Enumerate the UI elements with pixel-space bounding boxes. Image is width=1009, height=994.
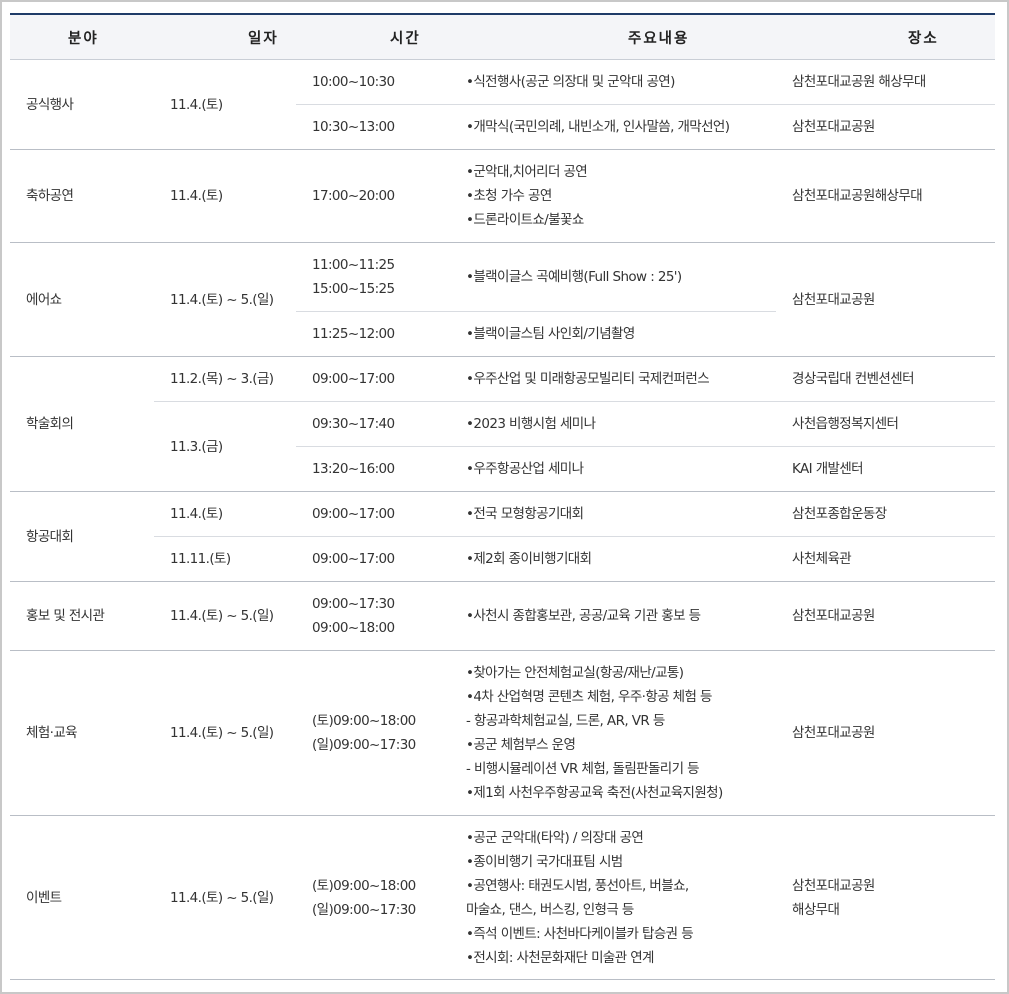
festival-schedule-table: 분야 일자 시간 주요내용 장소 공식행사 11.4.(토) 10:00~10:… bbox=[10, 13, 995, 980]
content-cell: •우주항공산업 세미나 bbox=[450, 446, 776, 492]
header-time: 시간 bbox=[296, 13, 450, 60]
content-line: •초청 가수 공연 bbox=[466, 188, 552, 204]
content-line: •드론라이트쇼/불꽃쇼 bbox=[466, 212, 584, 228]
content-cell: •식전행사(공군 의장대 및 군악대 공연) bbox=[450, 59, 776, 105]
content-line: •4차 산업혁명 콘텐츠 체험, 우주·항공 체험 등 bbox=[466, 689, 712, 705]
content-line: •즉석 이벤트: 사천바다케이블카 탑승권 등 bbox=[466, 925, 694, 942]
table-row: 11.11.(토) 09:00~17:00 •제2회 종이비행기대회 사천체육관 bbox=[10, 536, 995, 582]
place-cell: 삼천포대교공원 해상무대 bbox=[776, 815, 995, 980]
content-line: 마술쇼, 댄스, 버스킹, 인형극 등 bbox=[466, 901, 634, 918]
table-row: 체험·교육 11.4.(토) ~ 5.(일) (토)09:00~18:00 (일… bbox=[10, 650, 995, 816]
place-cell: 삼천포대교공원 해상무대 bbox=[776, 59, 995, 105]
time-cell: 11:25~12:00 bbox=[296, 311, 450, 357]
content-cell: •우주산업 및 미래항공모빌리티 국제컨퍼런스 bbox=[450, 356, 776, 402]
content-line: - 항공과학체험교실, 드론, AR, VR 등 bbox=[466, 713, 665, 729]
table-header-row: 분야 일자 시간 주요내용 장소 bbox=[10, 13, 995, 60]
content-cell: •개막식(국민의례, 내빈소개, 인사말씀, 개막선언) bbox=[450, 104, 776, 150]
content-line: •전시회: 사천문화재단 미술관 연계 bbox=[466, 949, 654, 966]
place-cell: 삼천포대교공원 bbox=[776, 104, 995, 150]
table-row: 학술회의 11.2.(목) ~ 3.(금) 09:00~17:00 •우주산업 … bbox=[10, 356, 995, 492]
content-cell: •사천시 종합홍보관, 공공/교육 기관 홍보 등 bbox=[450, 581, 776, 651]
place-cell: 사천읍행정복지센터 bbox=[776, 401, 995, 447]
category-cell: 홍보 및 전시관 bbox=[10, 581, 154, 651]
category-cell: 이벤트 bbox=[10, 815, 154, 980]
content-cell: •블랙이글스팀 사인회/기념촬영 bbox=[450, 311, 776, 357]
time-cell: 09:00~17:00 bbox=[296, 536, 450, 582]
place-cell: 삼천포대교공원 bbox=[776, 650, 995, 816]
date-cell: 11.4.(토) bbox=[154, 491, 296, 537]
content-line: •공군 체험부스 운영 bbox=[466, 737, 576, 753]
category-cell: 공식행사 bbox=[10, 59, 154, 150]
content-line: •찾아가는 안전체험교실(항공/재난/교통) bbox=[466, 665, 684, 681]
date-cell: 11.11.(토) bbox=[154, 536, 296, 582]
place-line: 해상무대 bbox=[792, 901, 840, 918]
place-cell: 삼천포대교공원 bbox=[776, 242, 995, 357]
category-cell: 학술회의 bbox=[10, 356, 154, 492]
time-cell: 10:00~10:30 bbox=[296, 59, 450, 105]
time-cell: 09:30~17:40 bbox=[296, 401, 450, 447]
content-line: •군악대,치어리더 공연 bbox=[466, 164, 588, 180]
table-row: 홍보 및 전시관 11.4.(토) ~ 5.(일) 09:00~17:30 09… bbox=[10, 581, 995, 651]
time-line: 11:00~11:25 bbox=[312, 257, 395, 273]
place-cell: 삼천포대교공원 bbox=[776, 581, 995, 651]
date-cell: 11.4.(토) bbox=[154, 149, 296, 243]
time-cell: 17:00~20:00 bbox=[296, 149, 450, 243]
date-cell: 11.3.(금) bbox=[154, 401, 296, 492]
place-cell: 삼천포대교공원해상무대 bbox=[776, 149, 995, 243]
content-line: •종이비행기 국가대표팀 시범 bbox=[466, 853, 623, 870]
category-cell: 항공대회 bbox=[10, 491, 154, 582]
place-cell: 삼천포종합운동장 bbox=[776, 491, 995, 537]
time-cell: 13:20~16:00 bbox=[296, 446, 450, 492]
content-line: - 비행시뮬레이션 VR 체험, 돌림판돌리기 등 bbox=[466, 761, 700, 777]
header-place: 장소 bbox=[776, 13, 995, 60]
time-cell: (토)09:00~18:00 (일)09:00~17:30 bbox=[296, 815, 450, 980]
place-line: 삼천포대교공원 bbox=[792, 877, 875, 894]
content-cell: •찾아가는 안전체험교실(항공/재난/교통) •4차 산업혁명 콘텐츠 체험, … bbox=[450, 650, 776, 816]
header-date: 일자 bbox=[154, 13, 296, 60]
time-cell: 09:00~17:00 bbox=[296, 491, 450, 537]
content-line: •제1회 사천우주항공교육 축전(사천교육지원청) bbox=[466, 785, 723, 801]
content-cell: •제2회 종이비행기대회 bbox=[450, 536, 776, 582]
table-row: 11.3.(금) 09:30~17:40 •2023 비행시험 세미나 사천읍행… bbox=[10, 401, 995, 492]
place-cell: KAI 개발센터 bbox=[776, 446, 995, 492]
time-cell: 09:00~17:30 09:00~18:00 bbox=[296, 581, 450, 651]
table-row: 항공대회 11.4.(토) 09:00~17:00 •전국 모형항공기대회 삼천… bbox=[10, 491, 995, 582]
header-content: 주요내용 bbox=[450, 13, 776, 60]
content-line: •공연행사: 태권도시범, 풍선아트, 버블쇼, bbox=[466, 877, 689, 894]
table-row: 에어쇼 11.4.(토) ~ 5.(일) 11:00~11:25 15:00~1… bbox=[10, 242, 995, 357]
date-cell: 11.4.(토) bbox=[154, 59, 296, 150]
category-cell: 에어쇼 bbox=[10, 242, 154, 357]
table-row: 공식행사 11.4.(토) 10:00~10:30 •식전행사(공군 의장대 및… bbox=[10, 59, 995, 150]
content-cell: •2023 비행시험 세미나 bbox=[450, 401, 776, 447]
category-cell: 체험·교육 bbox=[10, 650, 154, 816]
content-cell: •공군 군악대(타악) / 의장대 공연 •종이비행기 국가대표팀 시범 •공연… bbox=[450, 815, 776, 980]
place-cell: 경상국립대 컨벤션센터 bbox=[776, 356, 995, 402]
time-cell: 10:30~13:00 bbox=[296, 104, 450, 150]
content-cell: •전국 모형항공기대회 bbox=[450, 491, 776, 537]
table-row: 축하공연 11.4.(토) 17:00~20:00 •군악대,치어리더 공연 •… bbox=[10, 149, 995, 243]
table-row: 이벤트 11.4.(토) ~ 5.(일) (토)09:00~18:00 (일)0… bbox=[10, 815, 995, 980]
content-cell: •군악대,치어리더 공연 •초청 가수 공연 •드론라이트쇼/불꽃쇼 bbox=[450, 149, 776, 243]
time-cell: (토)09:00~18:00 (일)09:00~17:30 bbox=[296, 650, 450, 816]
date-cell: 11.2.(목) ~ 3.(금) bbox=[154, 356, 296, 402]
place-cell: 사천체육관 bbox=[776, 536, 995, 582]
category-cell: 축하공연 bbox=[10, 149, 154, 243]
time-cell: 09:00~17:00 bbox=[296, 356, 450, 402]
time-cell: 11:00~11:25 15:00~15:25 bbox=[296, 242, 450, 312]
content-cell: •블랙이글스 곡예비행(Full Show : 25') bbox=[450, 242, 776, 312]
header-category: 분야 bbox=[10, 13, 154, 60]
content-line: •공군 군악대(타악) / 의장대 공연 bbox=[466, 829, 644, 846]
